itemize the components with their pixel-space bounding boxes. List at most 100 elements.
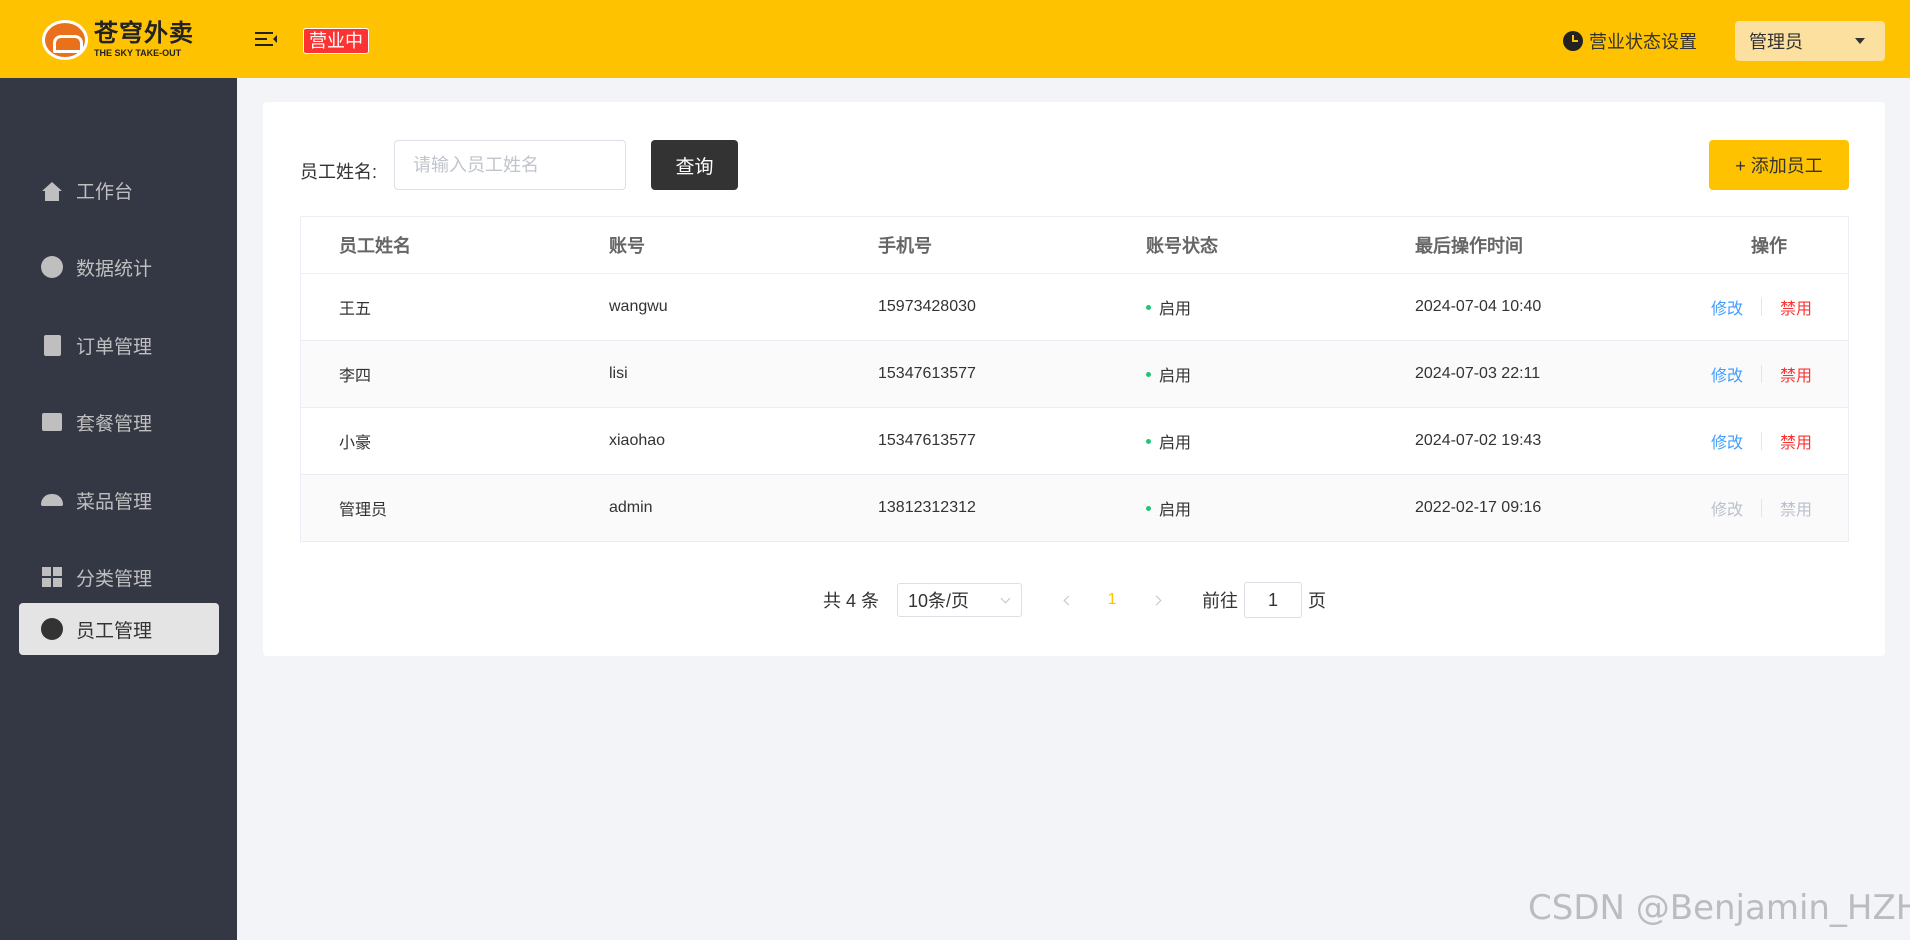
sidebar-item-label: 订单管理: [76, 336, 153, 358]
prev-page-button[interactable]: [1050, 583, 1086, 617]
disable-link[interactable]: 禁用: [1780, 429, 1812, 453]
status-dot-icon: [1146, 438, 1151, 444]
disable-link[interactable]: 禁用: [1780, 362, 1812, 386]
next-page-button[interactable]: [1138, 583, 1174, 617]
cell-phone: 15973428030: [878, 298, 976, 315]
page-number-current[interactable]: 1: [1094, 591, 1130, 609]
action-divider: [1761, 365, 1763, 383]
row-actions: 修改 禁用: [1711, 362, 1812, 386]
status-text: 启用: [1159, 368, 1192, 385]
clock-icon: [1563, 31, 1583, 51]
edit-link[interactable]: 修改: [1711, 362, 1743, 386]
sidebar-item-label: 工作台: [76, 181, 134, 203]
page-size-select[interactable]: 10条/页: [897, 583, 1023, 617]
sidebar-item-label: 数据统计: [76, 258, 153, 280]
disable-link[interactable]: 禁用: [1780, 295, 1812, 319]
goto-page: 前往 页: [1202, 582, 1326, 618]
cell-account: admin: [609, 499, 653, 516]
cell-phone: 15347613577: [878, 365, 976, 382]
stats-icon: [41, 256, 63, 278]
goto-page-input[interactable]: [1244, 582, 1303, 618]
app-logo[interactable]: 苍穹外卖 THE SKY TAKE-OUT: [42, 20, 194, 60]
business-status-setting-button[interactable]: 营业状态设置: [1563, 28, 1697, 54]
chevron-right-icon: [1151, 595, 1161, 605]
edit-link-disabled: 修改: [1711, 502, 1744, 519]
row-actions: 修改 禁用: [1711, 295, 1812, 319]
gift-icon: [42, 413, 62, 431]
cell-last-op-time: 2024-07-03 22:11: [1415, 365, 1541, 382]
table-row: 管理员 admin 13812312312 启用 2022-02-17 09:1…: [301, 475, 1848, 542]
row-actions: 修改 禁用: [1711, 429, 1812, 453]
cell-name: 李四: [339, 368, 372, 385]
pagination-total: 共 4 条: [823, 591, 880, 611]
status-dot-icon: [1146, 304, 1151, 310]
status-dot-icon: [1146, 371, 1151, 377]
cell-account: xiaohao: [609, 432, 666, 449]
business-status-badge: 营业中: [303, 28, 369, 54]
sidebar-item-label: 套餐管理: [76, 413, 153, 435]
goto-suffix: 页: [1308, 591, 1327, 611]
edit-link[interactable]: 修改: [1711, 295, 1743, 319]
dish-icon: [41, 494, 63, 506]
column-header-account[interactable]: 账号: [609, 232, 645, 258]
business-status-setting-label: 营业状态设置: [1589, 32, 1697, 52]
employee-icon: [41, 618, 63, 640]
status-dot-icon: [1146, 505, 1151, 511]
cell-name: 王五: [339, 301, 372, 318]
user-dropdown-label: 管理员: [1749, 32, 1803, 52]
cell-name: 小豪: [339, 435, 372, 452]
status-text: 启用: [1159, 301, 1192, 318]
sidebar-item-setmeal[interactable]: 套餐管理: [19, 396, 219, 448]
column-header-actions: 操作: [1751, 236, 1787, 256]
pagination: 共 4 条 10条/页 1 前往 页: [823, 582, 1326, 618]
cell-last-op-time: 2024-07-04 10:40: [1415, 298, 1542, 315]
sidebar-item-statistics[interactable]: 数据统计: [19, 241, 219, 293]
cell-status: 启用: [1146, 429, 1191, 453]
employee-list-card: 员工姓名: 查询 + 添加员工 员工姓名 账号 手机号 账号状态 最后操作时间 …: [263, 102, 1885, 656]
cell-status: 启用: [1146, 496, 1191, 520]
cell-account: lisi: [609, 365, 628, 382]
action-divider: [1761, 432, 1763, 450]
table-row: 小豪 xiaohao 15347613577 启用 2024-07-02 19:…: [301, 408, 1848, 475]
sidebar-item-workbench[interactable]: 工作台: [19, 164, 219, 216]
cell-status: 启用: [1146, 295, 1191, 319]
column-header-name[interactable]: 员工姓名: [339, 232, 411, 258]
cell-phone: 15347613577: [878, 432, 976, 449]
order-icon: [43, 334, 61, 356]
sidebar-item-employees[interactable]: 员工管理: [19, 603, 219, 655]
status-text: 启用: [1159, 435, 1192, 452]
edit-link[interactable]: 修改: [1711, 429, 1743, 453]
cell-last-op-time: 2022-02-17 09:16: [1415, 499, 1542, 516]
sidebar: 工作台 数据统计 订单管理 套餐管理 菜品管理 分类管理 员工管理: [0, 78, 237, 940]
employee-name-search-input[interactable]: [394, 140, 626, 190]
column-header-status[interactable]: 账号状态: [1146, 232, 1218, 258]
goto-label: 前往: [1202, 591, 1239, 611]
user-dropdown[interactable]: 管理员: [1735, 21, 1885, 61]
chevron-left-icon: [1063, 595, 1073, 605]
logo-subtitle: THE SKY TAKE-OUT: [94, 48, 182, 58]
menu-collapse-icon[interactable]: [255, 30, 277, 48]
row-actions: 修改 禁用: [1711, 496, 1812, 520]
add-employee-button[interactable]: + 添加员工: [1709, 140, 1849, 190]
status-text: 启用: [1159, 502, 1192, 519]
chevron-down-icon: [1000, 593, 1011, 604]
sidebar-item-categories[interactable]: 分类管理: [19, 551, 219, 603]
watermark: CSDN @Benjamin_HZH: [1528, 888, 1910, 928]
sidebar-item-label: 分类管理: [76, 568, 153, 590]
page-size-value: 10条/页: [908, 591, 970, 611]
cell-name: 管理员: [339, 502, 388, 519]
sidebar-item-orders[interactable]: 订单管理: [19, 319, 219, 371]
table-row: 王五 wangwu 15973428030 启用 2024-07-04 10:4…: [301, 274, 1848, 341]
sidebar-item-dishes[interactable]: 菜品管理: [19, 474, 219, 526]
caret-down-icon: [1855, 38, 1865, 44]
column-header-last-op-time[interactable]: 最后操作时间: [1415, 232, 1523, 258]
disable-link-disabled: 禁用: [1780, 502, 1813, 519]
query-button[interactable]: 查询: [651, 140, 738, 190]
cell-status: 启用: [1146, 362, 1191, 386]
table-row: 李四 lisi 15347613577 启用 2024-07-03 22:11 …: [301, 341, 1848, 408]
sidebar-item-label: 菜品管理: [76, 491, 153, 513]
cell-phone: 13812312312: [878, 499, 976, 516]
action-divider: [1761, 298, 1763, 316]
employee-table: 员工姓名 账号 手机号 账号状态 最后操作时间 操作 王五 wangwu 159…: [300, 216, 1849, 542]
column-header-phone[interactable]: 手机号: [878, 232, 932, 258]
